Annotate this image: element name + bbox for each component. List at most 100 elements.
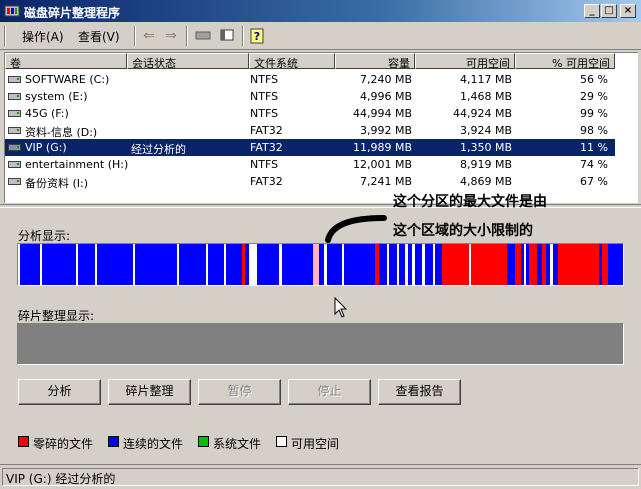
annotation-line-1: 这个分区的最大文件是由 <box>393 194 547 210</box>
analysis-segment-free <box>76 244 78 285</box>
volume-name: system (E:) <box>25 90 88 103</box>
session-status: 经过分析的 <box>131 143 186 156</box>
column-header-file-system[interactable]: 文件系统 <box>249 53 335 69</box>
percent-free: 56 % <box>580 73 608 86</box>
analysis-segment-free <box>323 244 327 285</box>
stop-button[interactable]: 停止 <box>288 379 371 405</box>
svg-text:?: ? <box>254 30 260 43</box>
menu-action[interactable]: 操作(A) <box>22 28 64 45</box>
analysis-segment-free <box>132 244 135 285</box>
file-system: FAT32 <box>250 141 283 154</box>
capacity: 44,994 MB <box>352 107 412 120</box>
pause-button[interactable]: 暂停 <box>198 379 281 405</box>
status-bar: VIP (G:) 经过分析的 <box>0 464 641 489</box>
analyze-button[interactable]: 分析 <box>18 379 101 405</box>
percent-free: 98 % <box>580 124 608 137</box>
free-space: 4,869 MB <box>459 175 512 188</box>
legend-swatch <box>18 436 29 447</box>
analysis-segment-fragmented <box>374 244 379 285</box>
drive-properties-icon[interactable] <box>194 27 212 45</box>
volume-row[interactable]: VIP (G:) 经过分析的 FAT32 11,989 MB 1,350 MB 11 % <box>5 139 615 156</box>
column-header-free-space[interactable]: 可用空间 <box>415 53 515 69</box>
percent-free: 29 % <box>580 90 608 103</box>
file-system: NTFS <box>250 73 279 86</box>
view-icon[interactable] <box>218 27 236 45</box>
drive-icon <box>8 144 21 151</box>
legend-label: 系统文件 <box>213 437 262 451</box>
analysis-segment-free <box>396 244 400 285</box>
percent-free: 11 % <box>580 141 608 154</box>
analysis-segment-fragmented <box>529 244 538 285</box>
capacity: 3,992 MB <box>359 124 412 137</box>
analysis-segment-fragmented <box>515 244 522 285</box>
analysis-segment-free <box>39 244 42 285</box>
drive-icon <box>8 93 21 100</box>
volume-row[interactable]: 资料-信息 (D:) FAT32 3,992 MB 3,924 MB 98 % <box>5 122 615 139</box>
drive-icon <box>8 127 21 134</box>
analysis-segment-fragmented <box>241 244 245 285</box>
volume-list[interactable]: 卷 会话状态 文件系统 容量 可用空间 % 可用空间 SOFTWARE (C:)… <box>4 52 638 203</box>
volume-name: entertainment (H:) <box>25 158 129 171</box>
forward-arrow-icon[interactable]: ⇒ <box>162 27 180 45</box>
volume-list-header: 卷 会话状态 文件系统 容量 可用空间 % 可用空间 <box>5 53 638 69</box>
drive-icon <box>8 76 21 83</box>
maximize-button[interactable]: □ <box>601 4 617 18</box>
analysis-segment-free <box>279 244 282 285</box>
volume-row[interactable]: SOFTWARE (C:) NTFS 7,240 MB 4,117 MB 56 % <box>5 71 615 88</box>
legend-label: 零碎的文件 <box>33 437 94 451</box>
legend-swatch <box>276 436 287 447</box>
mouse-cursor-icon <box>334 297 348 318</box>
analysis-segment-fragmented <box>557 244 599 285</box>
file-system: NTFS <box>250 158 279 171</box>
volume-row[interactable]: 45G (F:) NTFS 44,994 MB 44,924 MB 99 % <box>5 105 615 122</box>
analysis-segment-free <box>387 244 390 285</box>
volume-name: VIP (G:) <box>25 141 67 154</box>
percent-free: 99 % <box>580 107 608 120</box>
capacity: 11,989 MB <box>352 141 412 154</box>
analysis-segment-free <box>95 244 98 285</box>
analysis-segment-free <box>405 244 408 285</box>
close-button[interactable]: × <box>620 4 636 18</box>
free-space: 4,117 MB <box>459 73 512 86</box>
percent-free: 74 % <box>580 158 608 171</box>
volume-row[interactable]: 备份资料 (I:) FAT32 7,241 MB 4,869 MB 67 % <box>5 173 615 190</box>
minimize-button[interactable]: _ <box>584 4 600 18</box>
view-report-button[interactable]: 查看报告 <box>378 379 461 405</box>
analysis-segment-free <box>342 244 345 285</box>
analysis-segment-free <box>550 244 553 285</box>
legend-label: 连续的文件 <box>123 437 184 451</box>
capacity: 4,996 MB <box>359 90 412 103</box>
analysis-segment-free <box>18 244 21 285</box>
volume-row[interactable]: entertainment (H:) NTFS 12,001 MB 8,919 MB 7… <box>5 156 615 173</box>
analysis-segment-free <box>523 244 527 285</box>
analysis-segment-free <box>249 244 257 285</box>
legend-label: 可用空间 <box>291 437 340 451</box>
analysis-segment-fragmented <box>602 244 609 285</box>
defrag-display-bar <box>17 323 624 365</box>
column-header-volume[interactable]: 卷 <box>5 53 127 69</box>
analysis-segment-free <box>433 244 436 285</box>
help-icon[interactable]: ? <box>248 27 266 45</box>
analysis-segment-free <box>422 244 425 285</box>
column-header-session-status[interactable]: 会话状态 <box>127 53 249 69</box>
capacity: 7,241 MB <box>359 175 412 188</box>
back-arrow-icon[interactable]: ⇐ <box>140 27 158 45</box>
column-header-capacity[interactable]: 容量 <box>335 53 415 69</box>
analysis-display-label: 分析显示: <box>18 229 71 243</box>
menu-grip <box>4 26 6 46</box>
volume-name: 45G (F:) <box>25 107 69 120</box>
column-header-percent-free[interactable]: % 可用空间 <box>515 53 615 69</box>
analysis-segment-free <box>468 244 472 285</box>
analysis-segment-highlight <box>313 244 320 285</box>
menu-view[interactable]: 查看(V) <box>78 28 120 45</box>
annotation-line-2: 这个区域的大小限制的 <box>393 223 533 239</box>
legend-swatch <box>108 436 119 447</box>
analysis-segment-free <box>176 244 179 285</box>
volume-name: SOFTWARE (C:) <box>25 73 110 86</box>
analysis-display-bar <box>17 243 624 286</box>
volume-name: 备份资料 (I:) <box>25 177 89 190</box>
capacity: 12,001 MB <box>352 158 412 171</box>
defragment-button[interactable]: 碎片整理 <box>108 379 191 405</box>
drive-icon <box>8 178 21 185</box>
volume-row[interactable]: system (E:) NTFS 4,996 MB 1,468 MB 29 % <box>5 88 615 105</box>
